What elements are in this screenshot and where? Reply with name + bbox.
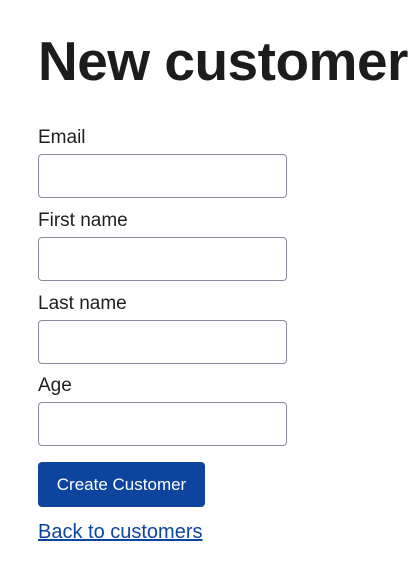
last-name-label: Last name bbox=[38, 293, 127, 314]
last-name-field-group: Last name bbox=[38, 292, 287, 364]
first-name-input[interactable] bbox=[38, 237, 287, 281]
create-customer-button[interactable]: Create Customer bbox=[38, 462, 205, 507]
email-label: Email bbox=[38, 127, 86, 148]
age-field-group: Age bbox=[38, 374, 287, 446]
age-label: Age bbox=[38, 375, 72, 396]
age-input[interactable] bbox=[38, 402, 287, 446]
email-input[interactable] bbox=[38, 154, 287, 198]
email-field-group: Email bbox=[38, 126, 287, 198]
first-name-field-group: First name bbox=[38, 209, 287, 281]
first-name-label: First name bbox=[38, 210, 128, 231]
page-title: New customer bbox=[38, 30, 408, 92]
back-to-customers-link[interactable]: Back to customers bbox=[38, 519, 203, 545]
last-name-input[interactable] bbox=[38, 320, 287, 364]
